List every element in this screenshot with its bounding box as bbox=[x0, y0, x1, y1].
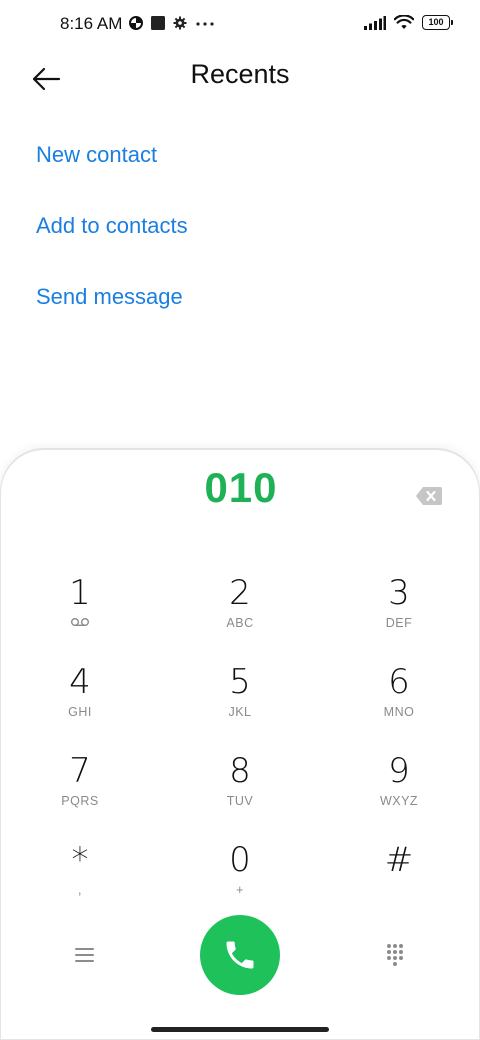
status-icons-left bbox=[129, 16, 215, 30]
key-2[interactable]: 2 ABC bbox=[190, 574, 290, 654]
dialpad-toggle-button[interactable] bbox=[386, 943, 404, 967]
key-digit: 3 bbox=[388, 573, 410, 613]
backspace-button[interactable] bbox=[415, 486, 443, 506]
data-saver-icon bbox=[129, 16, 143, 30]
key-letters: WXYZ bbox=[379, 794, 419, 808]
key-digit: 0 bbox=[229, 840, 251, 880]
key-digit: 7 bbox=[69, 751, 91, 791]
key-0[interactable]: 0 + bbox=[190, 841, 290, 921]
dialpad-icon bbox=[387, 944, 403, 966]
menu-icon bbox=[75, 948, 94, 962]
send-message-link[interactable]: Send message bbox=[36, 280, 188, 351]
battery-icon: 100 bbox=[422, 15, 453, 30]
key-letters: MNO bbox=[383, 705, 415, 719]
wifi-icon bbox=[394, 15, 414, 29]
call-button[interactable] bbox=[200, 915, 280, 995]
status-time: 8:16 AM bbox=[60, 14, 123, 33]
phone-icon bbox=[226, 941, 254, 969]
key-digit: 1 bbox=[69, 573, 91, 613]
status-icons-right: 100 bbox=[364, 15, 453, 30]
key-5[interactable]: 5 JKL bbox=[190, 663, 290, 743]
key-letters: , bbox=[78, 883, 82, 897]
key-letters: TUV bbox=[226, 794, 254, 808]
key-hash[interactable]: # bbox=[349, 841, 449, 921]
key-4[interactable]: 4 GHI bbox=[30, 663, 130, 743]
dialed-number: 010 bbox=[204, 464, 278, 511]
key-1[interactable]: 1 bbox=[30, 574, 130, 654]
key-digit: 5 bbox=[229, 662, 251, 702]
bottom-bar bbox=[0, 915, 480, 995]
key-letters: ABC bbox=[226, 616, 254, 630]
key-9[interactable]: 9 WXYZ bbox=[349, 752, 449, 832]
backspace-icon bbox=[416, 487, 442, 505]
key-digit: 4 bbox=[69, 662, 91, 702]
actions-list: New contact Add to contacts Send message bbox=[36, 138, 188, 351]
square-icon bbox=[151, 16, 165, 30]
key-letters bbox=[30, 616, 130, 632]
signal-icon bbox=[364, 15, 386, 30]
header: Recents bbox=[0, 50, 480, 106]
key-6[interactable]: 6 MNO bbox=[349, 663, 449, 743]
more-dots-icon bbox=[196, 22, 214, 26]
key-letters: PQRS bbox=[61, 794, 99, 808]
menu-button[interactable] bbox=[74, 946, 96, 964]
add-to-contacts-link[interactable]: Add to contacts bbox=[36, 209, 188, 280]
key-letters: JKL bbox=[228, 705, 252, 719]
key-digit: 2 bbox=[229, 573, 251, 613]
key-digit: 6 bbox=[388, 662, 410, 702]
key-digit: 9 bbox=[388, 751, 410, 791]
key-letters: GHI bbox=[68, 705, 92, 719]
key-digit: * bbox=[71, 840, 89, 880]
voicemail-icon bbox=[71, 618, 89, 627]
key-digit: 8 bbox=[229, 751, 251, 791]
key-digit: # bbox=[384, 840, 414, 880]
new-contact-link[interactable]: New contact bbox=[36, 138, 188, 209]
key-letters: + bbox=[236, 883, 244, 897]
key-8[interactable]: 8 TUV bbox=[190, 752, 290, 832]
home-indicator[interactable] bbox=[151, 1027, 329, 1032]
key-star[interactable]: * , bbox=[30, 841, 130, 921]
key-3[interactable]: 3 DEF bbox=[349, 574, 449, 654]
key-7[interactable]: 7 PQRS bbox=[30, 752, 130, 832]
settings-icon bbox=[173, 16, 187, 30]
key-letters: DEF bbox=[385, 616, 413, 630]
key-letters bbox=[349, 883, 449, 899]
status-bar: 8:16 AM 100 bbox=[0, 0, 480, 50]
page-title: Recents bbox=[190, 59, 290, 89]
